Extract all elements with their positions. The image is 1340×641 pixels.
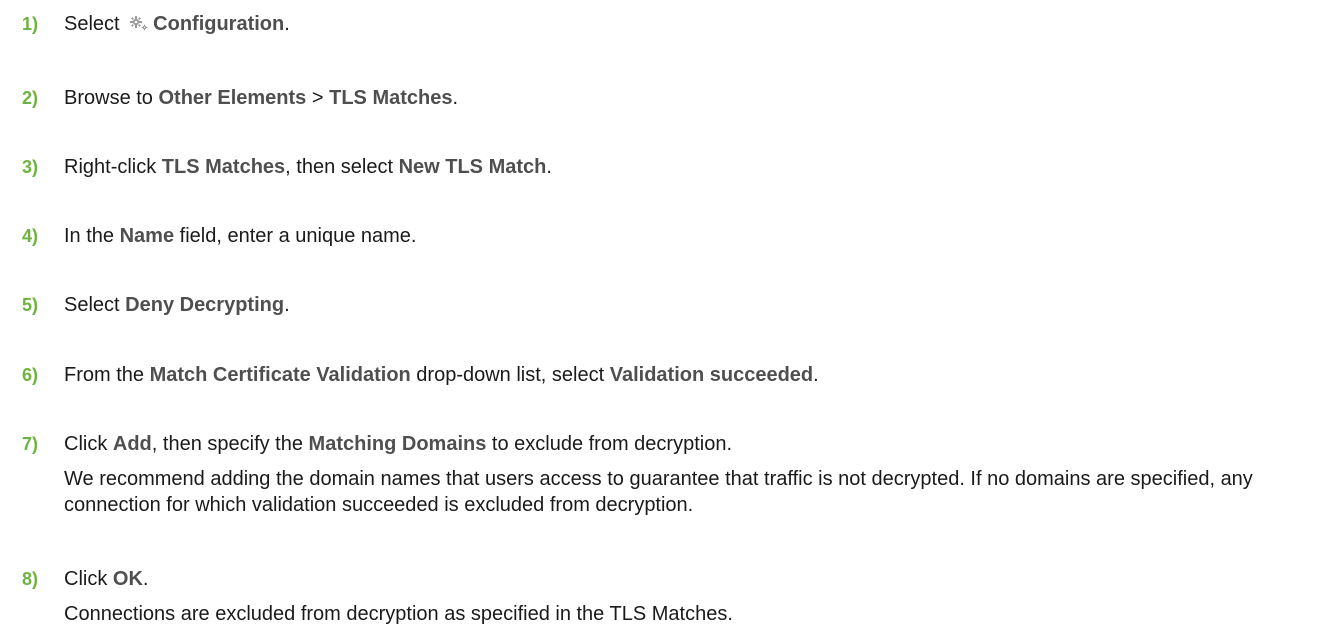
step-number: 3)	[22, 157, 39, 177]
step-note: We recommend adding the domain names tha…	[64, 468, 1253, 516]
step-text: Click Add, then specify the Matching Dom…	[64, 432, 732, 456]
step-text: From the Match Certificate Validation dr…	[64, 363, 819, 387]
step-text: Right-click TLS Matches, then select New…	[64, 155, 552, 179]
step-text-part: .	[284, 13, 290, 35]
step-number: 2)	[22, 88, 39, 108]
ui-term: Match Certificate Validation	[149, 364, 411, 386]
step-text-part: Click	[64, 433, 113, 455]
step-text: Select Configuration.	[64, 12, 290, 36]
step-text-part: Right-click	[64, 156, 162, 178]
ui-term: Deny Decrypting	[125, 294, 285, 316]
step-text-part: Select	[64, 294, 126, 316]
step-text-part: field, enter a unique name.	[174, 225, 417, 247]
ui-term: Add	[112, 433, 152, 455]
step-text-part: , then specify the	[151, 433, 309, 455]
ui-term: TLS Matches	[329, 87, 453, 109]
ui-term: OK	[112, 568, 143, 590]
step-text-part: Select	[64, 13, 126, 35]
step-number: 6)	[22, 365, 39, 385]
step-note: Connections are excluded from decryption…	[64, 603, 733, 625]
ui-term: New TLS Match	[398, 156, 547, 178]
ui-term: TLS Matches	[161, 156, 286, 178]
step-text-part: to exclude from decryption.	[486, 433, 733, 455]
ui-term: Name	[119, 225, 175, 247]
step-text-part: , then select	[285, 156, 399, 178]
step-text-part: .	[452, 87, 459, 109]
step-text-part: .	[284, 294, 290, 316]
step-number: 8)	[22, 569, 39, 589]
step-number: 4)	[22, 226, 39, 246]
step-text: In the Name field, enter a unique name.	[64, 224, 416, 248]
step-number: 1)	[22, 14, 39, 34]
step-text-part: drop-down list, select	[410, 364, 610, 386]
ui-term: Validation succeeded	[609, 364, 814, 386]
ui-term: Configuration	[153, 13, 285, 35]
gear-icon	[129, 15, 149, 31]
step-text-part: Click	[64, 568, 113, 590]
step-text: Select Deny Decrypting.	[64, 293, 290, 317]
step-text: Browse to Other Elements > TLS Matches.	[64, 86, 458, 110]
step-number: 7)	[22, 434, 39, 454]
step-text-part: >	[306, 87, 330, 109]
step-text-part: .	[813, 364, 819, 386]
step-number: 5)	[22, 295, 39, 315]
ui-term: Other Elements	[158, 87, 307, 109]
step-text-part: In the	[64, 225, 120, 247]
step-text-part: .	[142, 568, 149, 590]
step-text-part: Browse to	[64, 87, 159, 109]
step-text-part: From the	[64, 364, 150, 386]
step-text-part: .	[546, 156, 552, 178]
step-text: Click OK.	[64, 567, 148, 591]
ui-term: Matching Domains	[308, 433, 487, 455]
